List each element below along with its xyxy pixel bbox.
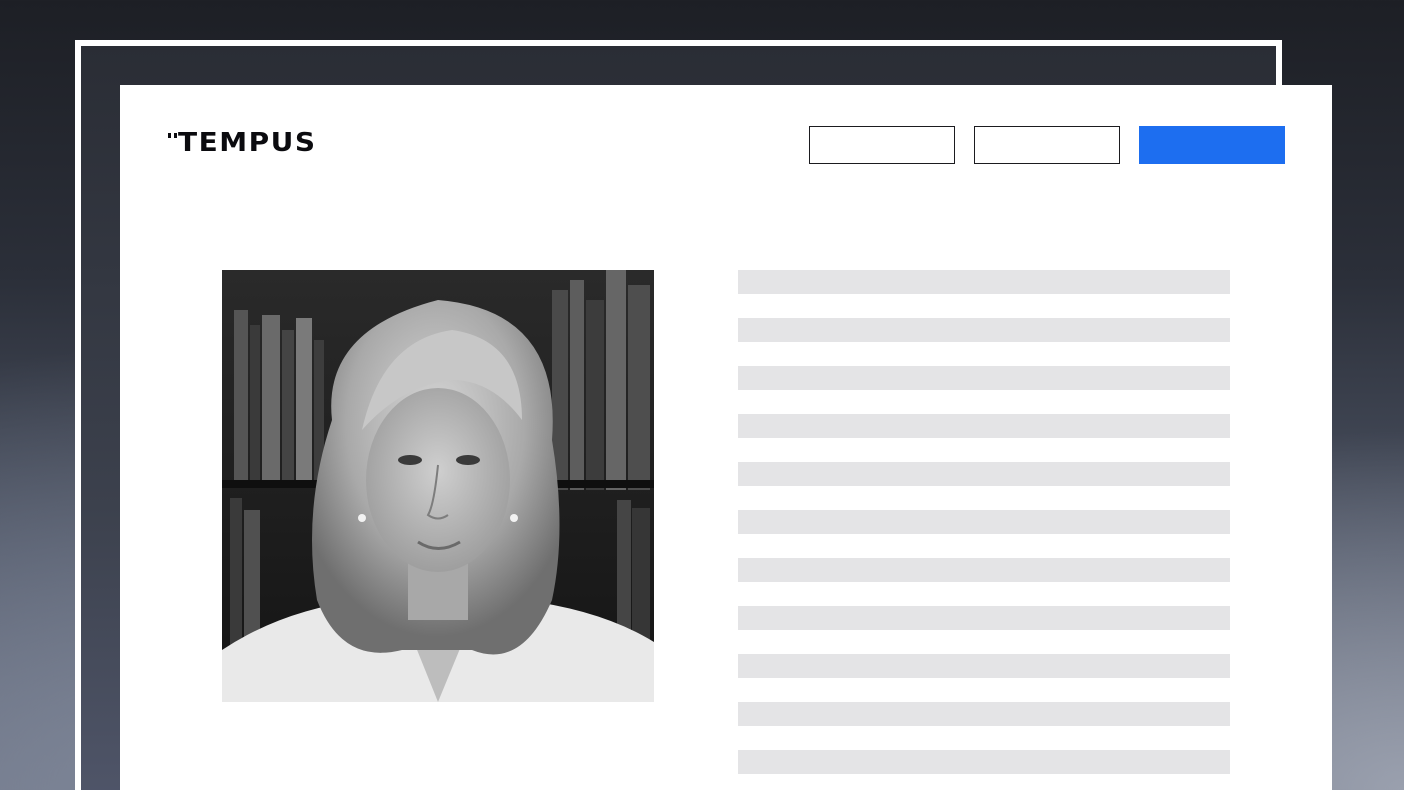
primary-cta-button[interactable] bbox=[1139, 126, 1285, 164]
placeholder-line bbox=[738, 366, 1230, 390]
logo-text: TEMPUS bbox=[178, 127, 317, 158]
placeholder-line bbox=[738, 558, 1230, 582]
logo-tick-marks bbox=[168, 133, 177, 138]
placeholder-line bbox=[738, 414, 1230, 438]
portrait-image bbox=[222, 270, 654, 702]
placeholder-line bbox=[738, 654, 1230, 678]
placeholder-line bbox=[738, 702, 1230, 726]
tempus-logo[interactable]: TEMPUS bbox=[168, 127, 317, 161]
bio-text-placeholder bbox=[738, 270, 1230, 790]
placeholder-line bbox=[738, 462, 1230, 486]
nav-button-1[interactable] bbox=[809, 126, 955, 164]
placeholder-line bbox=[738, 750, 1230, 774]
browser-page: TEMPUS bbox=[120, 85, 1332, 790]
nav-button-2[interactable] bbox=[974, 126, 1120, 164]
placeholder-line bbox=[738, 318, 1230, 342]
placeholder-line bbox=[738, 270, 1230, 294]
profile-photo bbox=[222, 270, 654, 702]
placeholder-line bbox=[738, 510, 1230, 534]
placeholder-line bbox=[738, 606, 1230, 630]
